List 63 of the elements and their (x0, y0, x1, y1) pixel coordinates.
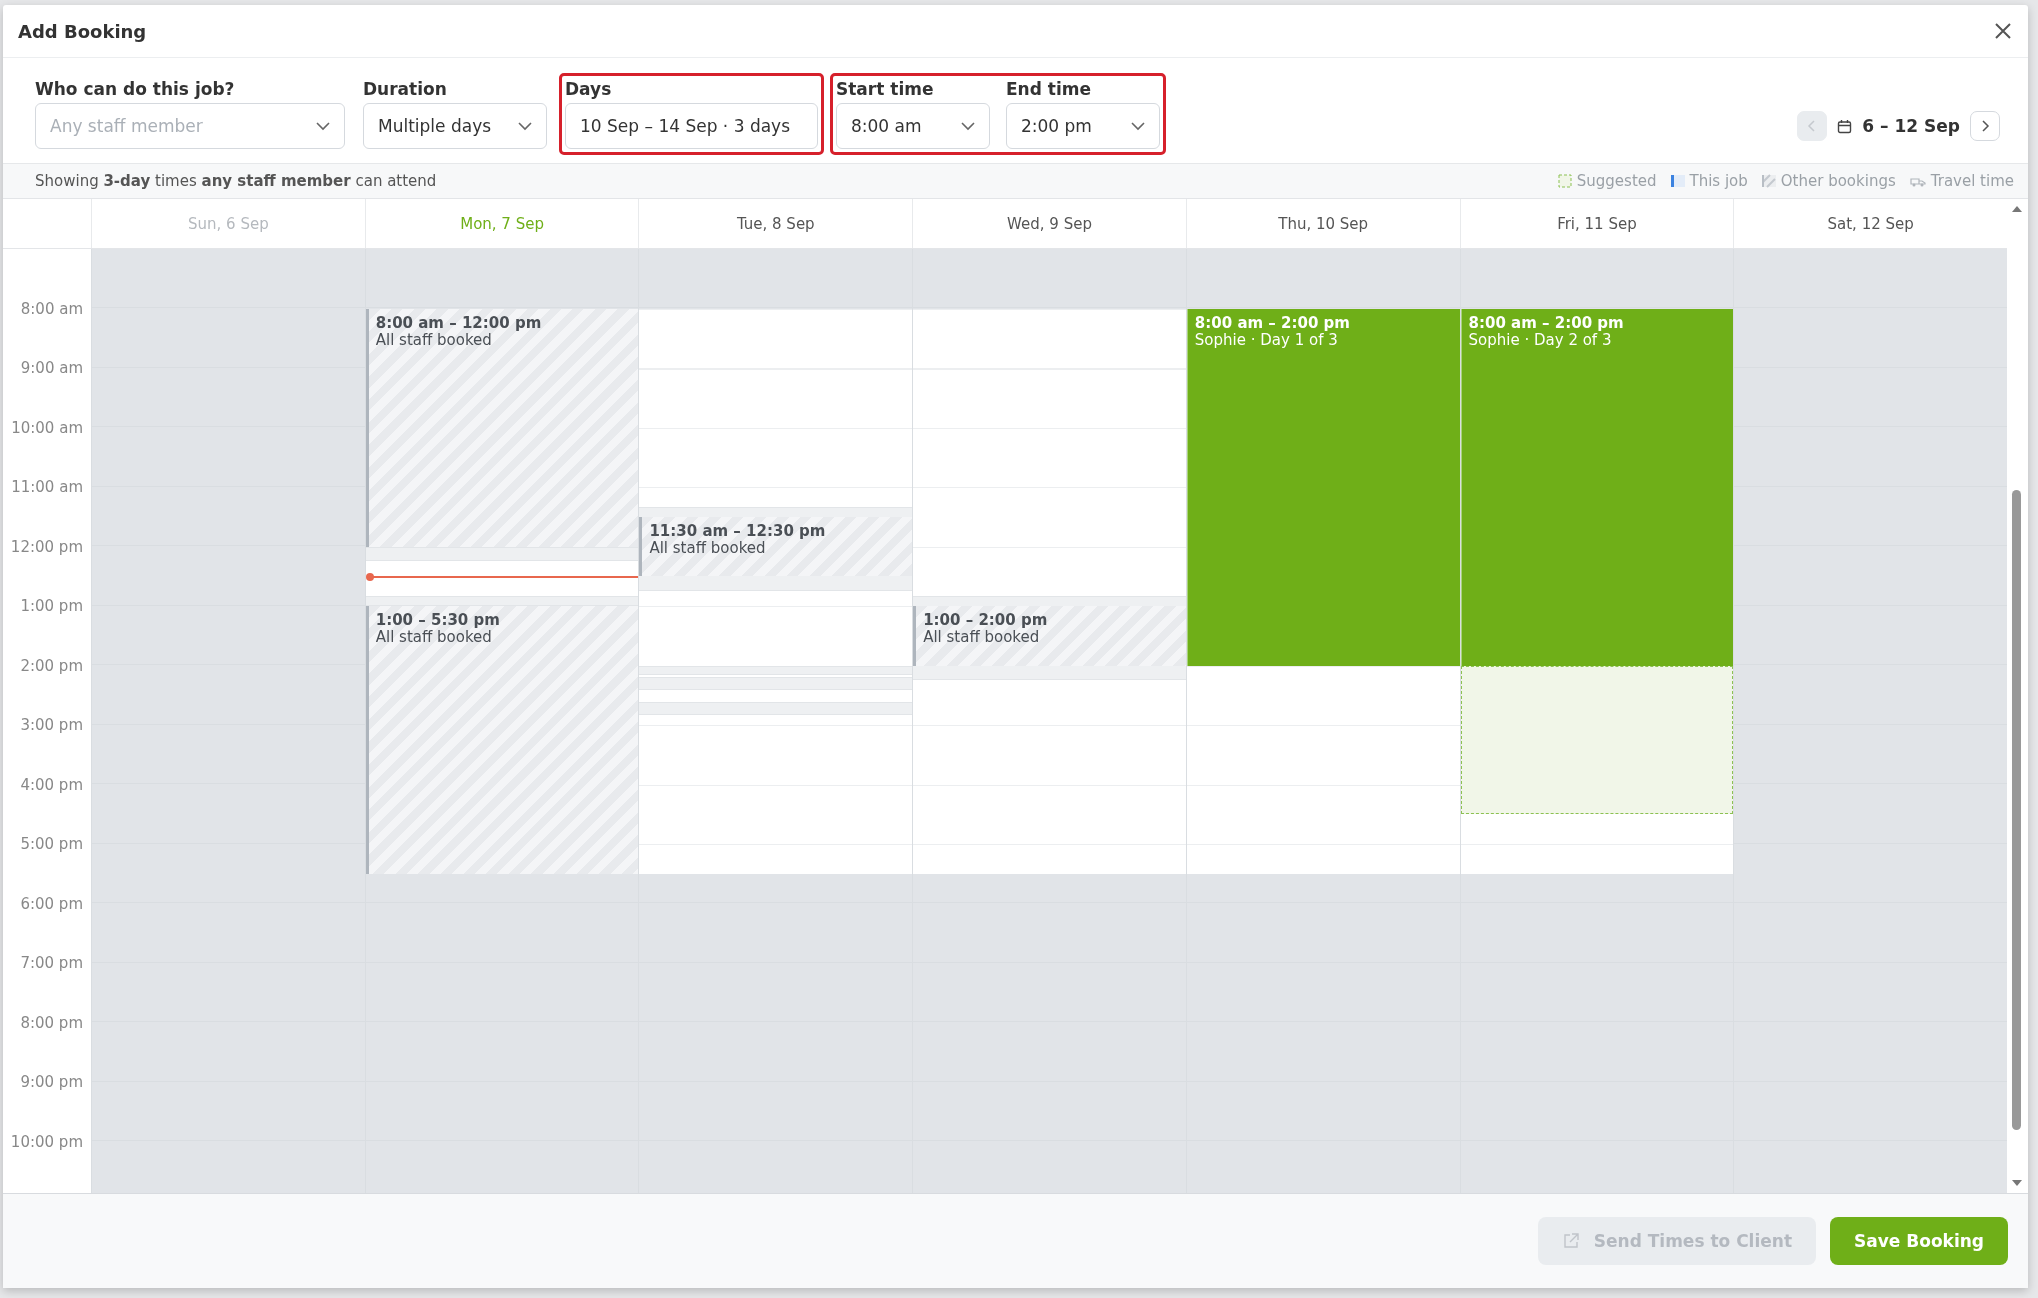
hour-label: 11:00 am (11, 478, 83, 496)
booking-note: All staff booked (923, 629, 1041, 646)
select-field[interactable]: 2:00 pm (1006, 103, 1160, 149)
hour-label: 9:00 am (20, 359, 83, 377)
day-header: Wed, 9 Sep (912, 199, 1186, 248)
field-label: Duration (363, 79, 448, 99)
day-header: Tue, 8 Sep (638, 199, 913, 248)
scroll-up-icon[interactable] (2011, 205, 2023, 213)
booking-time: 8:00 am – 2:00 pm (1468, 314, 1625, 332)
hour-label: 4:00 pm (20, 775, 83, 794)
hour-label: 8:00 am (20, 299, 83, 318)
hour-label: 8:00 pm (20, 1013, 83, 1032)
day-header: Sun, 6 Sep (91, 199, 365, 248)
hour-label: 10:00 pm (10, 1132, 83, 1151)
legend-label: Suggested (1576, 172, 1657, 190)
booking-time: 1:00 – 2:00 pm (923, 612, 1049, 629)
legend-label: This job (1689, 172, 1748, 190)
field-label: Days (565, 79, 613, 99)
availability-note: Showing 3-day times any staff member can attend (35, 172, 437, 190)
hour-label: 1:00 pm (20, 597, 83, 615)
dashed-square-icon (1557, 174, 1572, 188)
day-header: Thu, 10 Sep (1185, 199, 1460, 248)
calendar-icon (1837, 118, 1853, 134)
booking-note: All staff booked (375, 331, 493, 349)
booking-note: Sophie · Day 2 of 3 (1468, 331, 1612, 349)
hour-label: 12:00 pm (10, 537, 83, 556)
input-field[interactable]: 10 Sep – 14 Sep · 3 days (565, 103, 818, 149)
booking-note: All staff booked (375, 629, 493, 646)
external-link-icon (1561, 1232, 1580, 1250)
scrollbar-thumb[interactable] (2012, 490, 2021, 1130)
hour-label: 2:00 pm (20, 656, 83, 675)
booking-note: Sophie · Day 1 of 3 (1194, 331, 1338, 349)
hour-label: 7:00 pm (20, 954, 83, 972)
day-header: Fri, 11 Sep (1459, 199, 1734, 248)
hatched-square-icon (1761, 174, 1776, 188)
booking-note: All staff booked (649, 539, 767, 557)
bar-icon (1670, 174, 1685, 188)
booking-time: 8:00 am – 12:00 pm (375, 314, 543, 332)
dialog-title: Add Booking (18, 20, 147, 42)
booked-block[interactable]: 11:30 am – 12:30 pm All staff booked (639, 516, 913, 577)
field-label: End time (1006, 79, 1092, 99)
select-field[interactable]: Multiple days (363, 103, 547, 149)
booked-block[interactable]: 1:00 – 5:30 pm All staff booked (365, 606, 639, 874)
hour-label: 10:00 am (11, 418, 83, 437)
select-field[interactable]: 8:00 am (836, 103, 990, 149)
field-label: Who can do this job? (35, 79, 236, 99)
hour-label: 9:00 pm (20, 1073, 83, 1091)
booked-block[interactable]: 8:00 am – 12:00 pm All staff booked (365, 308, 639, 547)
booking-time: 1:00 – 5:30 pm (375, 612, 501, 629)
legend-label: Other bookings (1780, 172, 1896, 190)
hour-label: 3:00 pm (20, 716, 83, 734)
hour-label: 5:00 pm (20, 835, 83, 853)
chevron-right-icon (1979, 119, 1991, 133)
legend-label: Travel time (1930, 172, 2014, 190)
scroll-down-icon[interactable] (2011, 1179, 2023, 1187)
field-label: Start time (836, 79, 935, 99)
booking-time: 11:30 am – 12:30 pm (649, 522, 827, 540)
hour-label: 6:00 pm (20, 894, 83, 913)
day-header: Mon, 7 Sep (364, 199, 639, 248)
next-week-button[interactable] (1970, 111, 2000, 141)
week-range: 6 – 12 Sep (1862, 116, 1960, 136)
booking-time: 8:00 am – 2:00 pm (1194, 314, 1351, 332)
booked-block[interactable]: 1:00 – 2:00 pm All staff booked (913, 606, 1186, 666)
